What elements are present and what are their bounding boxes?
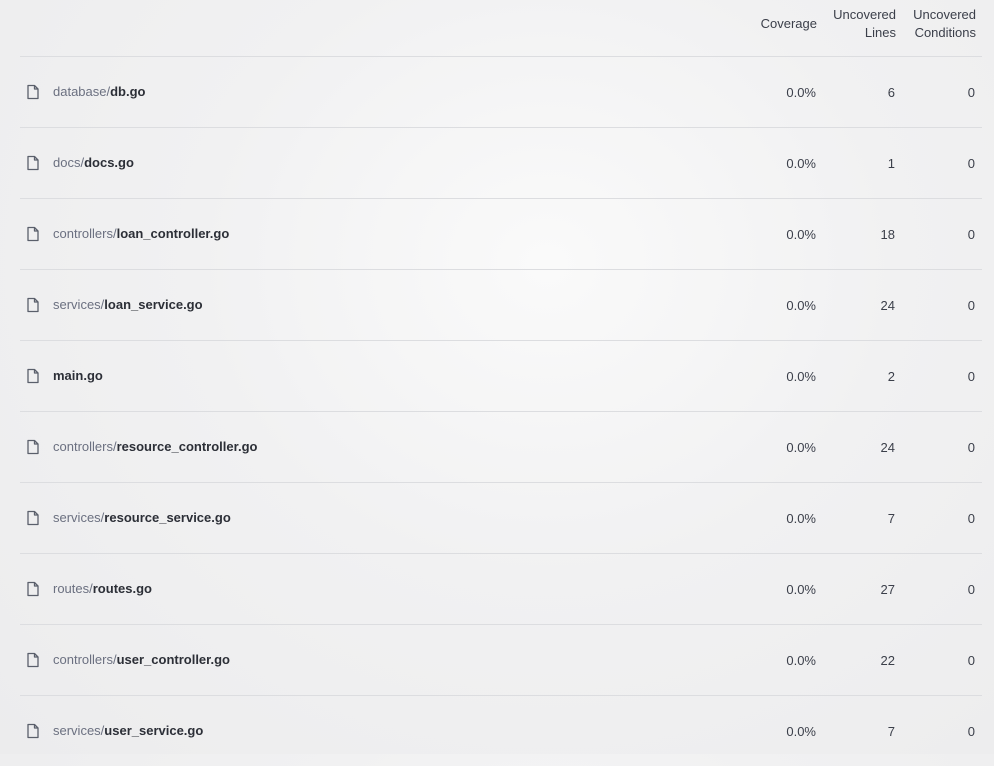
file-icon xyxy=(26,297,40,313)
table-row: services/resource_service.go 0.0% 7 0 xyxy=(20,483,982,554)
file-directory: docs/ xyxy=(53,155,85,170)
table-row: controllers/resource_controller.go 0.0% … xyxy=(20,412,982,483)
file-name: main.go xyxy=(53,368,103,383)
table-row: main.go 0.0% 2 0 xyxy=(20,341,982,412)
coverage-value: 0.0% xyxy=(786,440,816,455)
column-header-coverage[interactable]: Coverage xyxy=(761,15,817,33)
file-icon xyxy=(26,226,40,242)
file-link[interactable]: controllers/user_controller.go xyxy=(26,651,230,669)
table-row: services/user_service.go 0.0% 7 0 xyxy=(20,696,982,766)
file-link[interactable]: controllers/loan_controller.go xyxy=(26,225,229,243)
file-icon xyxy=(26,368,40,384)
coverage-value: 0.0% xyxy=(786,724,816,739)
column-header-uncovered-lines-line2: Lines xyxy=(864,25,896,40)
file-icon xyxy=(26,510,40,526)
file-link[interactable]: routes/routes.go xyxy=(26,580,152,598)
coverage-value: 0.0% xyxy=(786,653,816,668)
column-header-uncovered-conditions-line1: Uncovered xyxy=(913,7,976,22)
file-link[interactable]: services/loan_service.go xyxy=(26,296,203,314)
column-header-uncovered-lines[interactable]: Uncovered Lines xyxy=(826,6,896,42)
file-icon xyxy=(26,439,40,455)
uncovered-conditions-value: 0 xyxy=(967,298,975,313)
uncovered-lines-value[interactable]: 1 xyxy=(888,155,895,173)
file-directory: controllers/ xyxy=(53,226,117,241)
file-directory: services/ xyxy=(53,723,105,738)
column-header-uncovered-conditions-line2: Conditions xyxy=(914,25,976,40)
coverage-value: 0.0% xyxy=(786,298,816,313)
file-link[interactable]: docs/docs.go xyxy=(26,154,134,172)
uncovered-conditions-value: 0 xyxy=(967,369,975,384)
table-row: controllers/loan_controller.go 0.0% 18 0 xyxy=(20,199,982,270)
file-name: docs.go xyxy=(84,155,134,170)
file-link[interactable]: controllers/resource_controller.go xyxy=(26,438,257,456)
uncovered-lines-value[interactable]: 18 xyxy=(881,226,895,244)
uncovered-conditions-value: 0 xyxy=(967,511,975,526)
file-name: resource_service.go xyxy=(104,510,231,525)
table-header: Coverage Uncovered Lines Uncovered Condi… xyxy=(20,0,982,57)
file-link[interactable]: database/db.go xyxy=(26,83,146,101)
file-link[interactable]: services/resource_service.go xyxy=(26,509,231,527)
file-link[interactable]: services/user_service.go xyxy=(26,722,203,740)
coverage-value: 0.0% xyxy=(786,369,816,384)
uncovered-lines-value[interactable]: 7 xyxy=(888,723,895,741)
table-row: routes/routes.go 0.0% 27 0 xyxy=(20,554,982,625)
column-header-uncovered-conditions[interactable]: Uncovered Conditions xyxy=(901,6,976,42)
file-directory: routes/ xyxy=(53,581,93,596)
coverage-value: 0.0% xyxy=(786,582,816,597)
uncovered-lines-value[interactable]: 2 xyxy=(888,368,895,386)
file-name: loan_service.go xyxy=(104,297,203,312)
file-icon xyxy=(26,581,40,597)
uncovered-lines-value[interactable]: 27 xyxy=(881,581,895,599)
uncovered-conditions-value: 0 xyxy=(967,724,975,739)
uncovered-lines-value[interactable]: 22 xyxy=(881,652,895,670)
file-directory: database/ xyxy=(53,84,111,99)
coverage-value: 0.0% xyxy=(786,227,816,242)
coverage-value: 0.0% xyxy=(786,511,816,526)
file-directory: controllers/ xyxy=(53,652,117,667)
uncovered-conditions-value: 0 xyxy=(967,85,975,100)
file-name: resource_controller.go xyxy=(116,439,258,454)
uncovered-conditions-value: 0 xyxy=(967,653,975,668)
column-header-uncovered-lines-line1: Uncovered xyxy=(833,7,896,22)
coverage-value: 0.0% xyxy=(786,156,816,171)
file-link[interactable]: main.go xyxy=(26,367,103,385)
uncovered-conditions-value: 0 xyxy=(967,582,975,597)
file-name: loan_controller.go xyxy=(116,226,230,241)
file-directory: controllers/ xyxy=(53,439,117,454)
table-row: docs/docs.go 0.0% 1 0 xyxy=(20,128,982,199)
file-icon xyxy=(26,723,40,739)
file-icon xyxy=(26,652,40,668)
file-name: db.go xyxy=(110,84,146,99)
uncovered-conditions-value: 0 xyxy=(967,227,975,242)
file-icon xyxy=(26,84,40,100)
file-directory: services/ xyxy=(53,297,105,312)
file-name: user_controller.go xyxy=(116,652,230,667)
coverage-value: 0.0% xyxy=(786,85,816,100)
file-name: user_service.go xyxy=(104,723,204,738)
table-body: database/db.go 0.0% 6 0 docs/docs.go 0.0… xyxy=(20,57,982,766)
table-row: database/db.go 0.0% 6 0 xyxy=(20,57,982,128)
coverage-table: Coverage Uncovered Lines Uncovered Condi… xyxy=(20,0,982,766)
table-row: services/loan_service.go 0.0% 24 0 xyxy=(20,270,982,341)
uncovered-lines-value[interactable]: 7 xyxy=(888,510,895,528)
file-icon xyxy=(26,155,40,171)
file-name: routes.go xyxy=(92,581,152,596)
uncovered-lines-value[interactable]: 6 xyxy=(888,84,895,102)
uncovered-conditions-value: 0 xyxy=(967,440,975,455)
file-directory: services/ xyxy=(53,510,105,525)
uncovered-lines-value[interactable]: 24 xyxy=(881,297,895,315)
table-row: controllers/user_controller.go 0.0% 22 0 xyxy=(20,625,982,696)
uncovered-lines-value[interactable]: 24 xyxy=(881,439,895,457)
uncovered-conditions-value: 0 xyxy=(967,156,975,171)
